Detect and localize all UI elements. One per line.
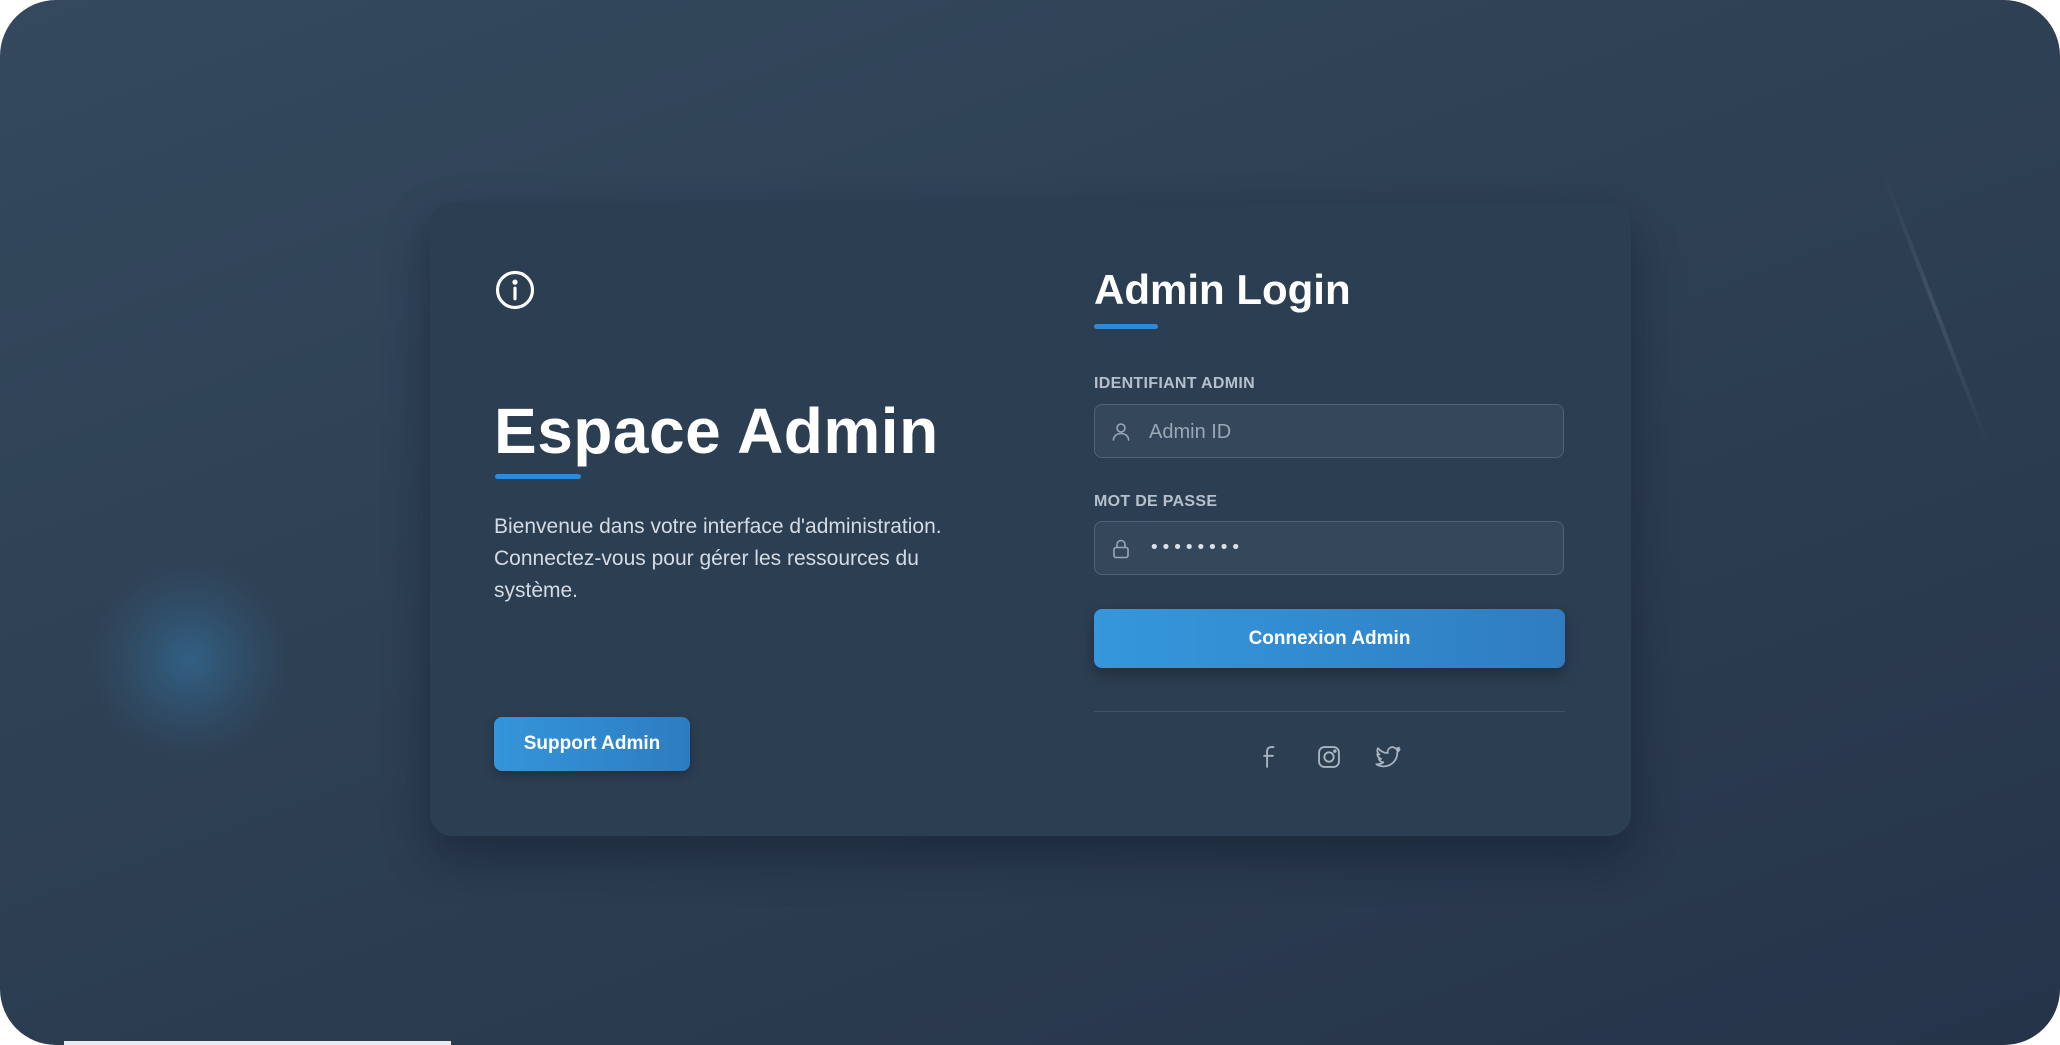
- admin-id-field[interactable]: [1094, 404, 1564, 459]
- password-field[interactable]: ••••••••: [1094, 521, 1564, 575]
- login-card: Espace Admin Bienvenue dans votre interf…: [430, 203, 1631, 836]
- password-label: MOT DE PASSE: [1094, 493, 1218, 510]
- support-admin-button[interactable]: Support Admin: [494, 717, 690, 771]
- admin-id-input[interactable]: [1147, 405, 1551, 459]
- user-icon: [1109, 420, 1133, 444]
- login-title: Admin Login: [1094, 266, 1351, 313]
- info-circle-icon[interactable]: [494, 269, 536, 311]
- twitter-icon[interactable]: [1372, 741, 1404, 773]
- welcome-description: Bienvenue dans votre interface d'adminis…: [494, 515, 942, 602]
- page-background: Espace Admin Bienvenue dans votre interf…: [0, 0, 2060, 1045]
- title-underline: [495, 474, 581, 479]
- page-title: Espace Admin: [494, 395, 939, 467]
- lock-icon: [1109, 537, 1133, 561]
- password-input[interactable]: ••••••••: [1149, 534, 1242, 562]
- facebook-icon[interactable]: [1254, 741, 1286, 773]
- divider: [1094, 711, 1565, 712]
- admin-id-label: IDENTIFIANT ADMIN: [1094, 375, 1255, 392]
- background-streak: [1880, 168, 1992, 451]
- bottom-edge-bar: [64, 1041, 451, 1045]
- connexion-admin-button[interactable]: Connexion Admin: [1094, 609, 1565, 668]
- instagram-icon[interactable]: [1313, 741, 1345, 773]
- background-glow: [90, 560, 290, 760]
- login-title-underline: [1094, 324, 1158, 329]
